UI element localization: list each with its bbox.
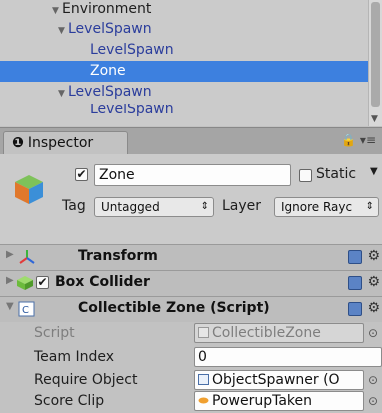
box-collider-icon bbox=[17, 276, 33, 290]
hierarchy-row-zone-selected[interactable]: Zone bbox=[0, 61, 368, 82]
csharp-script-icon: C bbox=[18, 301, 35, 317]
property-label: Require Object bbox=[34, 372, 138, 388]
hierarchy-row-levelspawn[interactable]: ▼ LevelSpawn bbox=[58, 19, 382, 40]
static-label: Static bbox=[316, 166, 357, 182]
property-score-clip: Score Clip PowerupTaken ⊙ bbox=[0, 390, 382, 413]
property-label: Script bbox=[34, 325, 75, 341]
expand-triangle-icon[interactable]: ▼ bbox=[58, 21, 68, 42]
active-checkbox[interactable]: ✔ bbox=[75, 168, 88, 181]
property-team-index: Team Index 0 bbox=[0, 346, 382, 369]
hierarchy-scrollbar[interactable]: ▼ bbox=[368, 0, 382, 126]
scrollbar-thumb[interactable] bbox=[371, 2, 380, 107]
gear-icon[interactable]: ⚙ bbox=[367, 300, 380, 316]
transform-axes-icon bbox=[19, 250, 35, 264]
layer-value: Ignore Rayc bbox=[281, 200, 353, 214]
object-picker-icon[interactable]: ⊙ bbox=[368, 326, 378, 340]
gear-icon[interactable]: ⚙ bbox=[367, 248, 380, 264]
info-icon: ❶ bbox=[12, 135, 24, 151]
hierarchy-row-environment[interactable]: ▼ Environment bbox=[52, 0, 382, 20]
tag-label: Tag bbox=[62, 198, 86, 214]
static-dropdown-arrow-icon[interactable]: ▼ bbox=[370, 166, 378, 177]
layer-label: Layer bbox=[222, 198, 262, 214]
script-file-icon bbox=[198, 327, 209, 338]
script-file-icon bbox=[198, 374, 209, 385]
static-checkbox[interactable] bbox=[299, 169, 312, 182]
hierarchy-row-levelspawn-2-child[interactable]: LevelSpawn bbox=[90, 104, 382, 118]
help-book-icon[interactable] bbox=[348, 250, 362, 264]
object-picker-icon[interactable]: ⊙ bbox=[368, 373, 378, 387]
expand-triangle-icon[interactable]: ▼ bbox=[58, 84, 68, 105]
collapse-triangle-icon[interactable]: ▶ bbox=[6, 275, 14, 286]
lock-icon[interactable]: 🔒 bbox=[341, 133, 356, 147]
dropdown-arrows-icon: ⇕ bbox=[200, 201, 209, 212]
audio-clip-icon bbox=[198, 397, 209, 404]
inspector-tab-bar: ❶ Inspector 🔒 ▾≡ bbox=[0, 127, 382, 155]
tab-controls: 🔒 ▾≡ bbox=[341, 133, 376, 147]
tag-value: Untagged bbox=[101, 200, 160, 214]
help-book-icon[interactable] bbox=[348, 276, 362, 290]
hierarchy-panel: ▼ Environment ▼ LevelSpawn LevelSpawn Zone… bbox=[0, 0, 382, 126]
require-object-field[interactable]: ObjectSpawner (O bbox=[194, 370, 364, 390]
gear-icon[interactable]: ⚙ bbox=[367, 274, 380, 290]
tab-label: Inspector bbox=[27, 135, 94, 151]
property-value: ObjectSpawner (O bbox=[212, 372, 340, 388]
tab-inspector[interactable]: ❶ Inspector bbox=[3, 131, 128, 154]
menu-icon[interactable]: ▾≡ bbox=[360, 133, 376, 147]
help-book-icon[interactable] bbox=[348, 302, 362, 316]
component-title: Transform bbox=[78, 248, 158, 264]
hierarchy-row-label: Zone bbox=[90, 63, 126, 79]
hierarchy-row-label: LevelSpawn bbox=[90, 104, 174, 117]
hierarchy-row-label: LevelSpawn bbox=[90, 42, 174, 58]
component-box-collider[interactable]: ▶ ✔ Box Collider ⚙ bbox=[0, 270, 382, 296]
property-value: CollectibleZone bbox=[212, 325, 321, 341]
hierarchy-row-levelspawn-child[interactable]: LevelSpawn bbox=[90, 40, 382, 61]
component-title: Collectible Zone (Script) bbox=[78, 300, 270, 316]
property-value: PowerupTaken bbox=[212, 393, 312, 409]
component-transform[interactable]: ▶ Transform ⚙ bbox=[0, 244, 382, 270]
property-script: Script CollectibleZone ⊙ bbox=[0, 322, 382, 345]
property-label: Score Clip bbox=[34, 393, 105, 409]
expand-triangle-icon[interactable]: ▼ bbox=[6, 301, 14, 312]
box-collider-enabled-checkbox[interactable]: ✔ bbox=[36, 276, 49, 289]
component-title: Box Collider bbox=[55, 274, 150, 290]
component-collectible-zone[interactable]: ▼ C Collectible Zone (Script) ⚙ bbox=[0, 296, 382, 322]
score-clip-field[interactable]: PowerupTaken bbox=[194, 391, 364, 411]
scroll-down-arrow-icon[interactable]: ▼ bbox=[371, 114, 378, 124]
layer-dropdown[interactable]: Ignore Rayc ⇕ bbox=[274, 197, 379, 217]
hierarchy-row-label: LevelSpawn bbox=[68, 84, 152, 100]
object-picker-icon[interactable]: ⊙ bbox=[368, 394, 378, 408]
collapse-triangle-icon[interactable]: ▶ bbox=[6, 249, 14, 260]
tag-dropdown[interactable]: Untagged ⇕ bbox=[94, 197, 214, 217]
gameobject-name-field[interactable]: Zone bbox=[94, 164, 291, 186]
gameobject-header: ✔ Zone Static ▼ Tag Untagged ⇕ Layer Igno… bbox=[0, 154, 382, 244]
dropdown-arrows-icon: ⇕ bbox=[365, 201, 374, 212]
script-field: CollectibleZone bbox=[194, 323, 364, 343]
svg-text:C: C bbox=[22, 305, 29, 316]
hierarchy-row-levelspawn-2[interactable]: ▼ LevelSpawn bbox=[58, 82, 382, 103]
property-label: Team Index bbox=[34, 349, 114, 365]
hierarchy-row-label: Environment bbox=[62, 1, 152, 17]
team-index-input[interactable]: 0 bbox=[194, 347, 382, 367]
hierarchy-row-label: LevelSpawn bbox=[68, 21, 152, 37]
gameobject-cube-icon[interactable] bbox=[12, 172, 46, 206]
property-require-object: Require Object ObjectSpawner (O ⊙ bbox=[0, 369, 382, 392]
